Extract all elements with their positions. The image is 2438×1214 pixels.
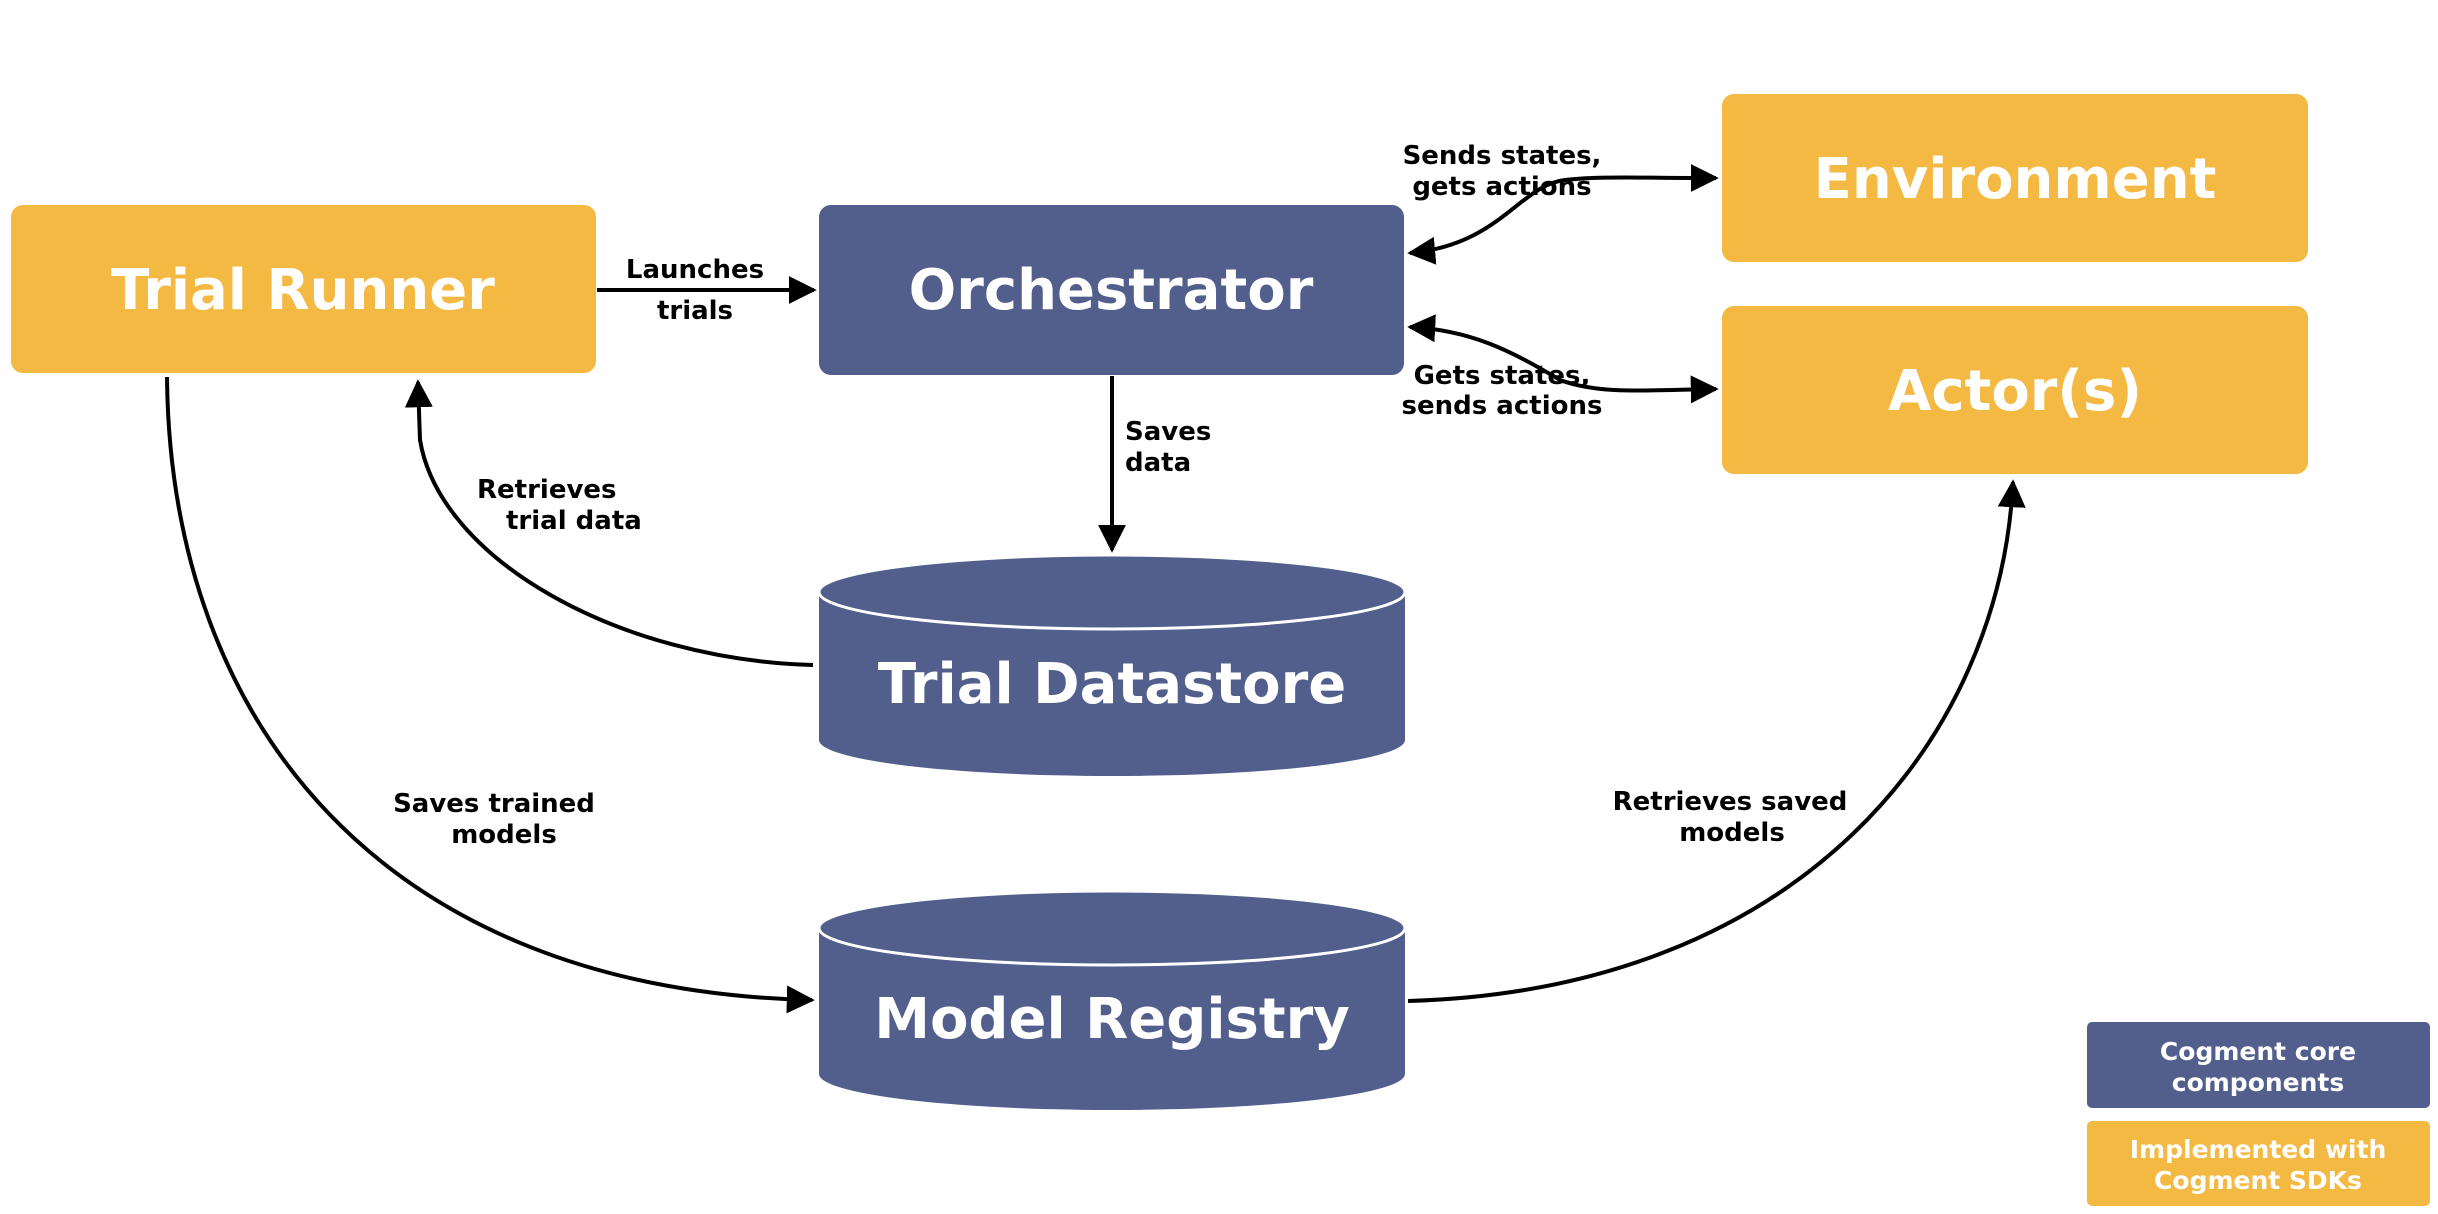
legend-core-line2: components bbox=[2172, 1068, 2345, 1097]
trial-runner-label: Trial Runner bbox=[111, 258, 495, 323]
launches-label-line2: trials bbox=[657, 296, 733, 326]
orchestrator-label: Orchestrator bbox=[909, 258, 1314, 323]
node-model-registry[interactable]: Model Registry bbox=[817, 889, 1407, 1110]
actor-link-label-line2: sends actions bbox=[1402, 391, 1603, 421]
saves-data-label-line1: Saves bbox=[1125, 417, 1211, 447]
saves-models-label-line2: models bbox=[451, 820, 557, 850]
node-orchestrator[interactable]: Orchestrator bbox=[819, 205, 1404, 375]
legend: Cogment core components Implemented with… bbox=[2087, 1022, 2430, 1206]
legend-item-core: Cogment core components bbox=[2087, 1022, 2430, 1108]
retrieves-trial-label-line1: Retrieves bbox=[477, 475, 617, 505]
legend-core-line1: Cogment core bbox=[2160, 1037, 2356, 1066]
trial-datastore-label: Trial Datastore bbox=[878, 652, 1346, 717]
legend-sdk-line1: Implemented with bbox=[2130, 1135, 2387, 1164]
trial-datastore-top bbox=[817, 553, 1407, 631]
launches-label-line1: Launches bbox=[626, 255, 764, 285]
node-actors[interactable]: Actor(s) bbox=[1722, 306, 2308, 474]
retrieves-trial-label-line2: trial data bbox=[506, 506, 642, 536]
env-link-label-line1: Sends states, bbox=[1403, 141, 1602, 171]
saves-models-label-line1: Saves trained bbox=[393, 789, 595, 819]
legend-item-sdk: Implemented with Cogment SDKs bbox=[2087, 1121, 2430, 1206]
retrieves-models-label-line2: models bbox=[1679, 818, 1785, 848]
model-registry-label: Model Registry bbox=[874, 987, 1350, 1052]
edge-saves-trained-models bbox=[165, 376, 815, 1014]
legend-sdk-line2: Cogment SDKs bbox=[2154, 1166, 2362, 1195]
model-registry-top bbox=[817, 889, 1407, 967]
node-trial-datastore[interactable]: Trial Datastore bbox=[817, 553, 1407, 776]
actor-link-label-line1: Gets states, bbox=[1414, 361, 1591, 391]
edge-retrieves-saved-models bbox=[1407, 479, 2026, 1003]
env-link-label-line2: gets actions bbox=[1412, 172, 1591, 202]
retrieves-models-label-line1: Retrieves saved bbox=[1613, 787, 1848, 817]
saves-data-label-line2: data bbox=[1125, 448, 1191, 478]
node-trial-runner[interactable]: Trial Runner bbox=[11, 205, 596, 373]
cogment-architecture-diagram: Trial Runner Orchestrator Environment Ac… bbox=[11, 94, 2430, 1206]
environment-label: Environment bbox=[1814, 147, 2217, 212]
actors-label: Actor(s) bbox=[1888, 359, 2142, 424]
node-environment[interactable]: Environment bbox=[1722, 94, 2308, 262]
